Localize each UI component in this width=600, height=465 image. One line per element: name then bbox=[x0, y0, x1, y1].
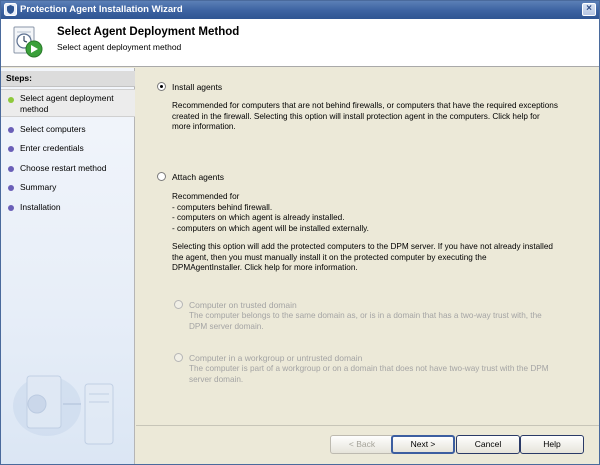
next-button[interactable]: Next > bbox=[391, 435, 455, 454]
step-select-computers: Select computers bbox=[1, 124, 135, 138]
attach-agents-label[interactable]: Attach agents bbox=[172, 172, 224, 182]
step-label: Choose restart method bbox=[20, 163, 107, 173]
description-line: DPM server domain. bbox=[189, 321, 264, 331]
untrusted-domain-radio[interactable] bbox=[174, 353, 183, 362]
page-title: Select Agent Deployment Method bbox=[57, 26, 240, 38]
step-bullet-icon bbox=[8, 166, 14, 172]
install-agents-radio[interactable] bbox=[157, 82, 166, 91]
step-label-line2: method bbox=[20, 104, 49, 114]
step-current-bullet-icon bbox=[8, 97, 14, 103]
content-panel: Install agents Recommended for computers… bbox=[136, 68, 599, 425]
steps-heading: Steps: bbox=[1, 71, 135, 87]
untrusted-domain-label[interactable]: Computer in a workgroup or untrusted dom… bbox=[189, 353, 362, 363]
step-choose-restart-method: Choose restart method bbox=[1, 163, 135, 177]
cancel-button[interactable]: Cancel bbox=[456, 435, 520, 454]
help-button[interactable]: Help bbox=[520, 435, 584, 454]
step-label: Select computers bbox=[20, 124, 86, 134]
step-label: Enter credentials bbox=[20, 143, 84, 153]
description-line: The computer is part of a workgroup or o… bbox=[189, 364, 549, 373]
install-agents-description: Recommended for computers that are not b… bbox=[172, 101, 558, 133]
step-bullet-icon bbox=[8, 127, 14, 133]
untrusted-domain-description: The computer is part of a workgroup or o… bbox=[189, 364, 549, 385]
attach-agents-description-2: Selecting this option will add the prote… bbox=[172, 242, 553, 274]
description-line: - computers behind firewall. bbox=[172, 202, 273, 212]
step-bullet-icon bbox=[8, 205, 14, 211]
step-select-deployment-method: Select agent deployment method bbox=[1, 89, 135, 117]
description-line: - computers on which agent will be insta… bbox=[172, 223, 369, 233]
step-label: Summary bbox=[20, 182, 57, 192]
trusted-domain-label[interactable]: Computer on trusted domain bbox=[189, 300, 297, 310]
description-line: Recommended for computers that are not b… bbox=[172, 101, 558, 110]
description-line: DPMAgentInstaller. Click help for more i… bbox=[172, 263, 358, 272]
step-label: Installation bbox=[20, 202, 61, 212]
back-button[interactable]: < Back bbox=[330, 435, 394, 454]
trusted-domain-description: The computer belongs to the same domain … bbox=[189, 311, 542, 332]
title-bar: Protection Agent Installation Wizard × bbox=[1, 1, 599, 19]
server-watermark-icon bbox=[13, 375, 114, 445]
description-line: the agent, then you must manually instal… bbox=[172, 252, 487, 262]
description-line: server domain. bbox=[189, 374, 244, 384]
attach-agents-description: Recommended for - computers behind firew… bbox=[172, 192, 369, 234]
steps-sidebar: Steps: Select agent deployment method Se… bbox=[1, 68, 135, 464]
page-subtitle: Select agent deployment method bbox=[57, 42, 182, 52]
trusted-domain-radio[interactable] bbox=[174, 300, 183, 309]
step-bullet-icon bbox=[8, 185, 14, 191]
step-summary: Summary bbox=[1, 182, 135, 196]
description-line: more information. bbox=[172, 122, 236, 131]
step-bullet-icon bbox=[8, 146, 14, 152]
button-bar: < Back Next > Cancel Help bbox=[136, 425, 599, 464]
wizard-clock-arrow-icon bbox=[13, 26, 43, 58]
step-installation: Installation bbox=[1, 202, 135, 216]
step-label: Select agent deployment method bbox=[20, 93, 114, 115]
description-line: Recommended for bbox=[172, 192, 240, 201]
install-agents-label[interactable]: Install agents bbox=[172, 82, 222, 92]
step-enter-credentials: Enter credentials bbox=[1, 143, 135, 157]
close-button[interactable]: × bbox=[582, 3, 596, 16]
wizard-header: Select Agent Deployment Method Select ag… bbox=[1, 19, 599, 67]
step-label-line1: Select agent deployment bbox=[20, 93, 114, 103]
window-title: Protection Agent Installation Wizard bbox=[20, 4, 183, 15]
description-line: Selecting this option will add the prote… bbox=[172, 242, 553, 251]
attach-agents-radio[interactable] bbox=[157, 172, 166, 181]
app-shield-icon bbox=[4, 3, 17, 16]
description-line: created in the firewall. Selecting this … bbox=[172, 111, 540, 121]
wizard-window: Protection Agent Installation Wizard × S… bbox=[0, 0, 600, 465]
description-line: - computers on which agent is already in… bbox=[172, 213, 345, 222]
description-line: The computer belongs to the same domain … bbox=[189, 311, 542, 320]
